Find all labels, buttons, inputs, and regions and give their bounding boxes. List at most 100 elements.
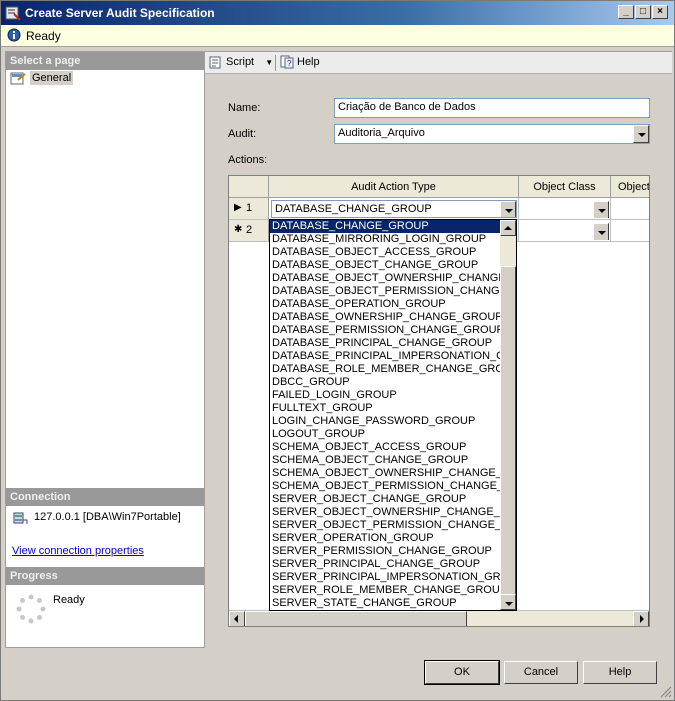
table-row[interactable]: ▶ 1 DATABASE_CHANGE_GROUP xyxy=(229,198,649,220)
dropdown-option[interactable]: DATABASE_ROLE_MEMBER_CHANGE_GROUP xyxy=(270,363,500,376)
scroll-up-button[interactable] xyxy=(500,220,516,236)
name-field[interactable]: Criação de Banco de Dados xyxy=(334,98,650,118)
object-cell[interactable] xyxy=(611,220,649,242)
column-header-object-class[interactable]: Object Class xyxy=(519,176,611,198)
object-cell[interactable] xyxy=(611,198,649,220)
help-icon: ? xyxy=(280,55,294,69)
action-type-cell[interactable]: DATABASE_CHANGE_GROUP xyxy=(269,198,519,220)
object-class-dropdown-button[interactable] xyxy=(593,223,609,240)
chevron-down-icon xyxy=(598,231,606,235)
dropdown-option[interactable]: SERVER_ROLE_MEMBER_CHANGE_GROUP xyxy=(270,584,500,597)
status-bar: Ready xyxy=(1,25,674,47)
help-toolbar-button[interactable]: ? Help xyxy=(280,55,320,71)
info-icon xyxy=(7,28,21,42)
dropdown-option[interactable]: DATABASE_OPERATION_GROUP xyxy=(270,298,500,311)
close-button[interactable]: × xyxy=(652,5,668,19)
dropdown-option[interactable]: SCHEMA_OBJECT_OWNERSHIP_CHANGE_GROUP xyxy=(270,467,500,480)
dropdown-option[interactable]: SCHEMA_OBJECT_CHANGE_GROUP xyxy=(270,454,500,467)
action-type-value: DATABASE_CHANGE_GROUP xyxy=(275,203,432,215)
progress-text: Ready xyxy=(53,594,85,606)
scroll-down-button[interactable] xyxy=(500,594,516,610)
audit-app-icon xyxy=(5,6,21,21)
row-header[interactable]: ▶ 1 xyxy=(229,198,269,220)
row-number: 1 xyxy=(246,202,253,214)
minimize-button[interactable]: _ xyxy=(618,5,634,19)
horizontal-scroll-thumb[interactable] xyxy=(245,611,467,626)
arrow-down-icon xyxy=(505,602,513,606)
horizontal-scrollbar[interactable] xyxy=(229,610,649,626)
new-row-icon: ✱ xyxy=(234,224,243,235)
chevron-down-icon[interactable]: ▼ xyxy=(265,58,273,67)
maximize-button[interactable]: □ xyxy=(635,5,651,19)
title-bar[interactable]: Create Server Audit Specification _ □ × xyxy=(1,1,674,25)
dropdown-option[interactable]: SERVER_PRINCIPAL_CHANGE_GROUP xyxy=(270,558,500,571)
toolbar: Script ▼ ? Help xyxy=(205,52,672,74)
dropdown-option[interactable]: DATABASE_OWNERSHIP_CHANGE_GROUP xyxy=(270,311,500,324)
audit-select[interactable]: Auditoria_Arquivo xyxy=(334,124,650,144)
server-connection-icon xyxy=(13,512,28,524)
dropdown-option[interactable]: DBCC_GROUP xyxy=(270,376,500,389)
help-button[interactable]: Help xyxy=(583,661,657,684)
cancel-button[interactable]: Cancel xyxy=(504,661,578,684)
row-header[interactable]: ✱ 2 xyxy=(229,220,269,242)
object-class-dropdown-button[interactable] xyxy=(593,201,609,218)
action-type-dropdown-button[interactable] xyxy=(500,201,516,217)
audit-dropdown-button[interactable] xyxy=(633,125,649,143)
audit-select-value: Auditoria_Arquivo xyxy=(338,127,425,139)
resize-grip-icon[interactable] xyxy=(660,686,672,698)
dropdown-option[interactable]: LOGOUT_GROUP xyxy=(270,428,500,441)
dropdown-option[interactable]: SERVER_OPERATION_GROUP xyxy=(270,532,500,545)
grid-corner xyxy=(229,176,269,198)
actions-label: Actions: xyxy=(228,154,268,166)
connection-info: 127.0.0.1 [DBA\Win7Portable] xyxy=(12,510,202,528)
dropdown-option[interactable]: LOGIN_CHANGE_PASSWORD_GROUP xyxy=(270,415,500,428)
dropdown-option[interactable]: DATABASE_PRINCIPAL_IMPERSONATION_GROUP xyxy=(270,350,500,363)
chevron-down-icon xyxy=(598,209,606,213)
dropdown-option[interactable]: SERVER_OBJECT_CHANGE_GROUP xyxy=(270,493,500,506)
column-header-object[interactable]: Object xyxy=(611,176,649,198)
dropdown-option[interactable]: SERVER_OBJECT_PERMISSION_CHANGE_GROUP xyxy=(270,519,500,532)
dropdown-option[interactable]: FULLTEXT_GROUP xyxy=(270,402,500,415)
name-field-value: Criação de Banco de Dados xyxy=(338,101,476,113)
object-class-cell[interactable] xyxy=(519,198,611,220)
arrow-left-icon xyxy=(234,615,238,623)
dropdown-option[interactable]: DATABASE_OBJECT_ACCESS_GROUP xyxy=(270,246,500,259)
dropdown-vertical-scrollbar[interactable] xyxy=(500,220,516,610)
dropdown-option[interactable]: SERVER_PERMISSION_CHANGE_GROUP xyxy=(270,545,500,558)
dropdown-scroll-thumb[interactable] xyxy=(500,266,516,598)
dropdown-option[interactable]: DATABASE_PERMISSION_CHANGE_GROUP xyxy=(270,324,500,337)
action-type-combo[interactable]: DATABASE_CHANGE_GROUP xyxy=(271,200,517,218)
script-button[interactable]: Script ▼ xyxy=(209,55,273,71)
dialog-window: Create Server Audit Specification _ □ × … xyxy=(0,0,675,701)
dropdown-option[interactable]: DATABASE_OBJECT_OWNERSHIP_CHANGE_GROUP xyxy=(270,272,500,285)
dropdown-option[interactable]: FAILED_LOGIN_GROUP xyxy=(270,389,500,402)
current-row-icon: ▶ xyxy=(234,202,242,213)
dropdown-option[interactable]: DATABASE_MIRRORING_LOGIN_GROUP xyxy=(270,233,500,246)
scroll-right-button[interactable] xyxy=(633,611,649,626)
object-class-combo[interactable] xyxy=(521,222,609,240)
select-page-header: Select a page xyxy=(6,52,204,70)
arrow-right-icon xyxy=(640,615,644,623)
progress-header: Progress xyxy=(6,567,204,585)
dropdown-option[interactable]: DATABASE_OBJECT_CHANGE_GROUP xyxy=(270,259,500,272)
dropdown-option[interactable]: SCHEMA_OBJECT_PERMISSION_CHANGE_GROUP xyxy=(270,480,500,493)
object-class-cell[interactable] xyxy=(519,220,611,242)
dropdown-option[interactable]: DATABASE_PRINCIPAL_CHANGE_GROUP xyxy=(270,337,500,350)
connection-text: 127.0.0.1 [DBA\Win7Portable] xyxy=(34,511,181,523)
column-header-audit-action-type[interactable]: Audit Action Type xyxy=(269,176,519,198)
name-label: Name: xyxy=(228,102,261,114)
progress-spinner-icon xyxy=(16,594,46,624)
object-class-combo[interactable] xyxy=(521,200,609,218)
ok-button[interactable]: OK xyxy=(424,660,500,685)
dropdown-option[interactable]: SCHEMA_OBJECT_ACCESS_GROUP xyxy=(270,441,500,454)
dropdown-option[interactable]: SERVER_OBJECT_OWNERSHIP_CHANGE_GROUP xyxy=(270,506,500,519)
audit-label: Audit: xyxy=(228,128,257,140)
action-type-dropdown-list[interactable]: DATABASE_CHANGE_GROUP DATABASE_MIRRORING_… xyxy=(269,219,517,611)
dropdown-option[interactable]: DATABASE_CHANGE_GROUP xyxy=(270,220,500,233)
dropdown-option[interactable]: DATABASE_OBJECT_PERMISSION_CHANGE_GROUP xyxy=(270,285,500,298)
dropdown-option[interactable]: SERVER_STATE_CHANGE_GROUP xyxy=(270,597,500,610)
scroll-left-button[interactable] xyxy=(229,611,245,626)
view-connection-properties-link[interactable]: View connection properties xyxy=(12,545,144,557)
svg-text:?: ? xyxy=(287,59,292,68)
dropdown-option[interactable]: SERVER_PRINCIPAL_IMPERSONATION_GROUP xyxy=(270,571,500,584)
